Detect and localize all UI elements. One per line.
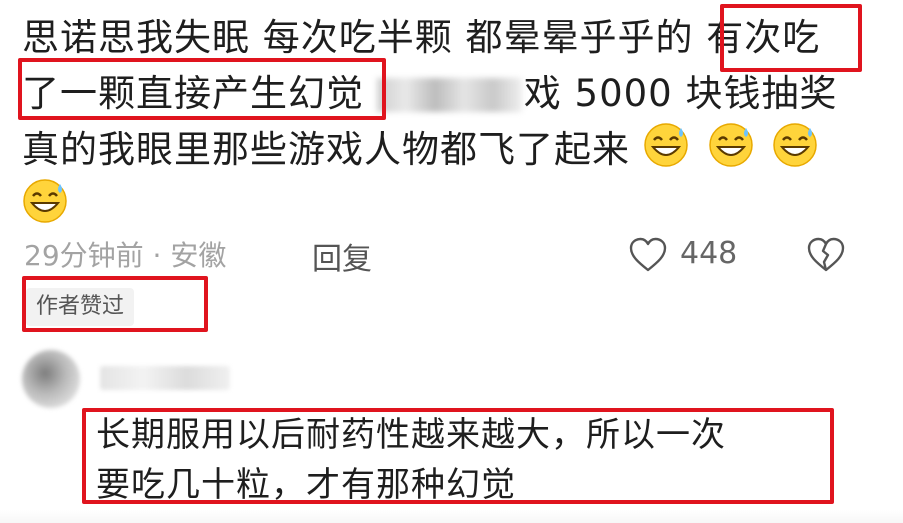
comment-line-4	[22, 178, 882, 234]
author-liked-badge: 作者赞过	[26, 288, 135, 326]
blurred-text	[376, 78, 522, 112]
blurred-username	[100, 366, 230, 390]
comment-line-3-text: 真的我眼里那些游戏人物都飞了起来	[22, 128, 630, 171]
grinning-sweat-emoji-icon	[644, 123, 688, 167]
comment-line-3: 真的我眼里那些游戏人物都飞了起来	[22, 122, 882, 178]
reply-button[interactable]: 回复	[312, 234, 372, 278]
avatar[interactable]	[22, 350, 80, 408]
grinning-sweat-emoji-icon	[708, 123, 753, 167]
reply-line-1: 长期服用以后耐药性越来越大，所以一次	[96, 415, 726, 455]
comment-screenshot: 思诺思我失眠 每次吃半颗 都晕晕乎乎的 有次吃 了一颗直接产生幻觉 戏 5000…	[0, 0, 903, 523]
comment-line-2-tail: 戏 5000 块钱抽奖	[523, 72, 838, 115]
comment-meta: 29分钟前 · 安徽	[24, 239, 227, 272]
highlight-box-2	[18, 58, 386, 120]
reply-line-2: 要吃几十粒，才有那种幻觉	[96, 465, 516, 505]
heart-icon[interactable]	[628, 236, 668, 274]
like-count: 448	[680, 236, 738, 271]
bottom-edge	[0, 510, 903, 523]
highlight-box-1	[720, 4, 862, 72]
broken-heart-icon[interactable]	[806, 236, 846, 274]
grinning-sweat-emoji-icon	[23, 179, 67, 223]
reply-body: 长期服用以后耐药性越来越大，所以一次 要吃几十粒，才有那种幻觉	[96, 410, 836, 510]
grinning-sweat-emoji-icon	[773, 123, 818, 167]
